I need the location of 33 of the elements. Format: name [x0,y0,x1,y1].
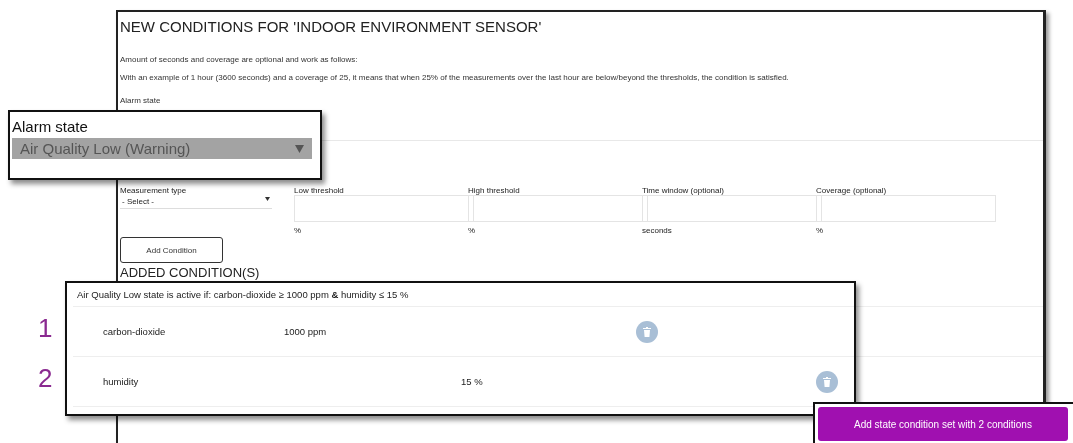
unit-label: % [468,226,477,235]
condition-summary: Air Quality Low state is active if: carbon-dioxide ≥ 1000 ppm & humidity ≤ 15 % [73,283,854,307]
unit-label: % [816,226,825,235]
section-heading: ADDED CONDITION(S) [120,265,261,280]
intro-text: With an example of 1 hour (3600 seconds) and a coverage of 25, it means that when 25% of the measurements over the last hour are below/beyond the thresholds, the condition is satisfied. [120,73,790,82]
trash-icon[interactable] [816,370,838,393]
trash-icon[interactable] [636,320,658,343]
field-label: Time window (optional) [642,186,725,195]
input-field[interactable] [294,195,474,222]
unit-label: seconds [642,226,673,235]
input-field[interactable] [816,195,996,222]
condition-name: carbon-dioxide [103,326,167,337]
page-title: NEW CONDITIONS FOR 'INDOOR ENVIRONMENT SENSOR' [120,18,543,35]
unit-label: % [294,226,303,235]
caret-icon [295,144,304,153]
submit-button[interactable]: Add state condition set with 2 conditions [818,407,1068,441]
row-number: 1 [38,313,53,344]
measurement-select[interactable]: - Select - [120,195,272,209]
input-field[interactable] [642,195,822,222]
field-label: Coverage (optional) [816,186,888,195]
input-field[interactable] [468,195,648,222]
caret-icon [265,197,270,201]
field-label: Low threshold [294,186,345,195]
condition-name: humidity [103,376,140,387]
field-label: Alarm state [12,118,89,135]
field-label: Measurement type [120,186,188,195]
field-label: High threshold [468,186,521,195]
add-condition-button[interactable]: Add Condition [120,237,223,263]
field-label: Alarm state [120,96,162,105]
condition-value: 15 % [461,376,484,387]
row-number: 2 [38,363,53,394]
condition-value: 1000 ppm [284,326,328,337]
intro-text: Amount of seconds and coverage are optional and work as follows: [120,55,359,64]
